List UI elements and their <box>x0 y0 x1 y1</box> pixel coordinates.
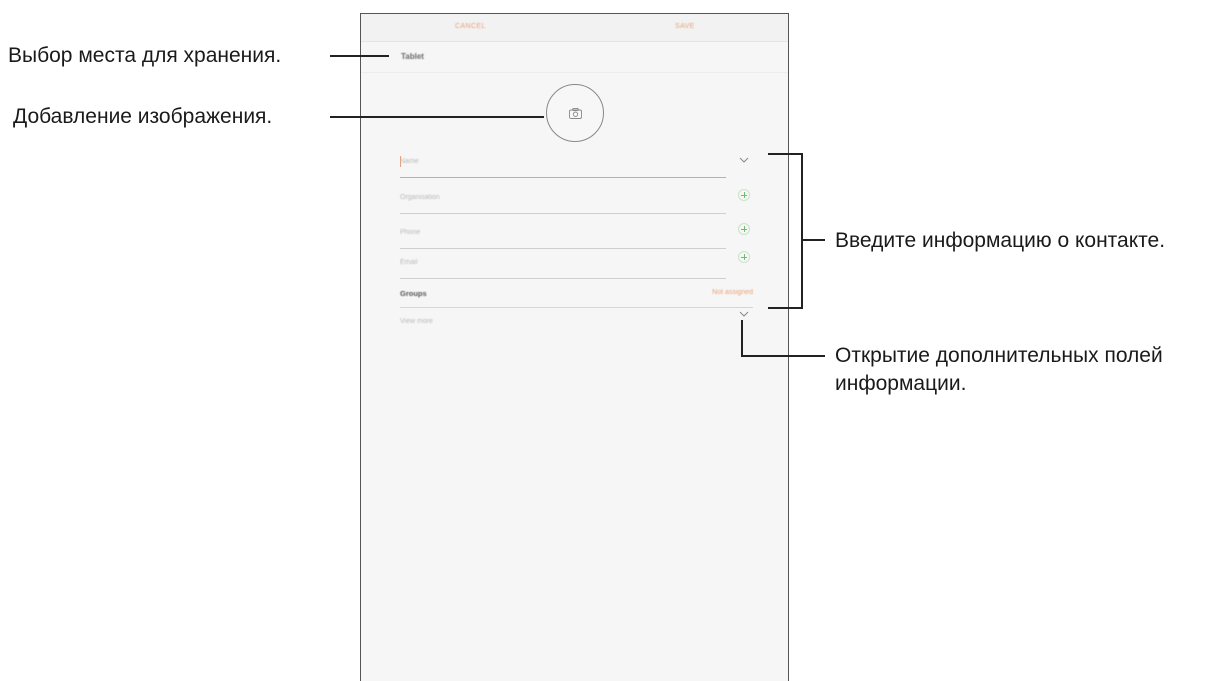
groups-value: Not assigned <box>712 289 753 296</box>
top-action-bar: CANCEL SAVE <box>361 14 788 42</box>
save-button[interactable]: SAVE <box>675 23 695 30</box>
organisation-field-underline <box>400 213 726 214</box>
view-more-chevron-down-icon[interactable] <box>738 310 750 318</box>
callout-more-fields: Открытие дополнительных полей информации… <box>835 344 1163 395</box>
callout-more-leader-horizontal <box>741 355 825 357</box>
callout-storage-leader-line <box>330 55 389 57</box>
callout-info-bracket-vertical <box>801 153 803 309</box>
storage-location-selector[interactable]: Tablet <box>361 42 788 73</box>
email-placeholder: Email <box>400 259 418 266</box>
name-expand-chevron-down-icon[interactable] <box>738 156 750 164</box>
groups-underline <box>400 307 753 308</box>
name-placeholder: Name <box>400 158 419 165</box>
view-more-button[interactable]: View more <box>400 318 433 325</box>
phone-field[interactable]: Phone <box>400 225 726 249</box>
callout-storage-location: Выбор места для хранения. <box>8 44 282 67</box>
organisation-placeholder: Organisation <box>400 194 440 201</box>
email-field-underline <box>400 278 726 279</box>
groups-label: Groups <box>400 289 427 298</box>
callout-image-leader-line <box>330 116 544 118</box>
camera-icon <box>569 108 582 119</box>
add-phone-plus-icon[interactable] <box>738 223 750 235</box>
cancel-button[interactable]: CANCEL <box>455 23 486 30</box>
organisation-field[interactable]: Organisation <box>400 190 726 214</box>
phone-field-underline <box>400 248 726 249</box>
name-field[interactable]: Name <box>400 154 726 178</box>
groups-row[interactable]: Groups Not assigned <box>400 284 753 308</box>
callout-more-leader-vertical <box>741 320 743 357</box>
callout-info-leader-line <box>803 239 825 241</box>
phone-placeholder: Phone <box>400 229 421 236</box>
storage-location-label: Tablet <box>401 52 424 61</box>
name-field-underline <box>400 177 726 178</box>
callout-add-image: Добавление изображения. <box>13 105 273 128</box>
add-image-button[interactable] <box>546 84 604 142</box>
email-field[interactable]: Email <box>400 255 726 279</box>
contact-editor-screen: CANCEL SAVE Tablet Name Organisation Pho… <box>360 13 789 681</box>
callout-info-bracket-top <box>768 153 803 155</box>
add-email-plus-icon[interactable] <box>738 251 750 263</box>
callout-contact-info: Введите информацию о контакте. <box>835 229 1166 252</box>
callout-info-bracket-bottom <box>768 307 803 309</box>
add-organisation-plus-icon[interactable] <box>738 189 750 201</box>
